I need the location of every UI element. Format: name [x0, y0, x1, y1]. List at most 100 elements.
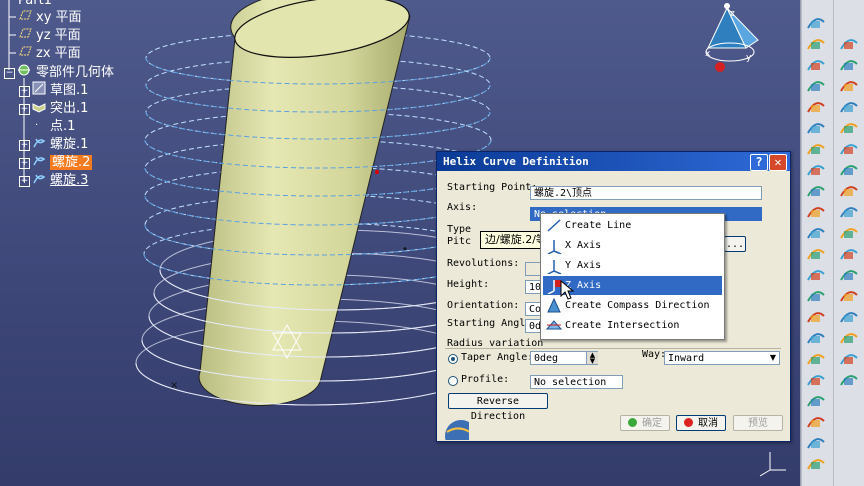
tree-item-point-1[interactable]: · 点.1	[32, 117, 75, 134]
curve-tool-icon[interactable]	[805, 75, 827, 95]
split-tool-icon[interactable]	[805, 222, 827, 242]
compass-y-label: y	[746, 53, 752, 63]
profile-field[interactable]: No selection	[530, 375, 623, 389]
helix-icon	[32, 153, 46, 172]
cylinder-body[interactable]	[198, 0, 411, 406]
plane-tool-icon[interactable]	[805, 117, 827, 137]
tree-item-pad-1[interactable]: 突出.1	[32, 99, 88, 116]
fill-tool-icon[interactable]	[838, 222, 860, 242]
chevron-down-icon[interactable]: ▼	[767, 352, 779, 364]
pattern-tool-icon[interactable]	[805, 453, 827, 473]
sphere-tool-icon[interactable]	[805, 180, 827, 200]
profile-radio[interactable]	[448, 376, 458, 386]
tree-item-sketch-1[interactable]: 草图.1	[32, 81, 88, 98]
revolutions-label: Revolutions:	[447, 258, 520, 269]
trim-tool-icon[interactable]	[805, 243, 827, 263]
tree-item-helix-1[interactable]: 螺旋.1	[32, 135, 88, 152]
way-select[interactable]: Inward	[664, 351, 780, 365]
tree-item-zx-plane[interactable]: zx 平面	[18, 45, 81, 62]
compass-z-label: z	[730, 9, 735, 19]
mirror-tool-icon[interactable]	[805, 411, 827, 431]
line-tool-icon[interactable]	[805, 96, 827, 116]
revolve-tool-icon[interactable]	[838, 180, 860, 200]
helix-tool-icon[interactable]	[838, 33, 860, 53]
way-label: Way:	[642, 349, 667, 360]
axis-context-menu: Create Line X Axis Y Axis Z Axis Create …	[540, 213, 725, 340]
profile-label: Profile:	[461, 374, 510, 385]
dialog-titlebar[interactable]: Helix Curve Definition ? ✕	[437, 152, 790, 171]
expand-toggle[interactable]: +	[19, 86, 30, 97]
circle-tool-icon[interactable]	[805, 348, 827, 368]
y-axis-icon	[547, 260, 562, 274]
project-tool-icon[interactable]	[805, 390, 827, 410]
expand-toggle[interactable]: +	[19, 176, 30, 187]
offset-tool-icon[interactable]	[805, 285, 827, 305]
intersection-icon	[545, 320, 563, 330]
blend-tool-icon[interactable]	[838, 327, 860, 347]
reverse-direction-button[interactable]: Reverse Direction	[448, 393, 548, 422]
globe-icon	[445, 420, 469, 440]
taper-angle-spinner[interactable]: ▲ ▼	[586, 352, 598, 365]
cancel-button[interactable]: 取消	[676, 415, 726, 431]
helix-icon	[32, 135, 46, 154]
taper-angle-radio[interactable]	[448, 354, 458, 364]
mouse-cursor-icon	[560, 280, 574, 300]
tree-item-helix-3[interactable]: 螺旋.3	[32, 171, 88, 188]
expand-toggle[interactable]: −	[4, 68, 15, 79]
tree-root[interactable]: Part1	[18, 0, 52, 9]
type-label: Type	[447, 224, 472, 235]
helix-tool-icon[interactable]	[805, 12, 827, 32]
trim-tool-icon[interactable]	[838, 264, 860, 284]
menu-item-y-axis[interactable]: Y Axis	[543, 256, 722, 275]
extrude-tool-icon[interactable]	[838, 159, 860, 179]
spine-tool-icon[interactable]	[838, 75, 860, 95]
axis-triad-icon	[759, 452, 786, 477]
svg-text:·: ·	[35, 120, 38, 131]
circle-tool-icon[interactable]	[838, 369, 860, 389]
start-point-marker[interactable]	[375, 170, 379, 174]
tree-item-yz-plane[interactable]: yz 平面	[18, 27, 81, 44]
preview-button[interactable]: 预览	[733, 415, 783, 431]
tree-item-helix-2[interactable]: 螺旋.2	[32, 153, 93, 172]
expand-toggle[interactable]: +	[19, 140, 30, 151]
pad-icon	[32, 99, 46, 118]
plane-icon	[18, 27, 32, 44]
sweep-tool-icon[interactable]	[838, 54, 860, 74]
close-button[interactable]: ✕	[769, 154, 787, 171]
axis-tool-icon[interactable]	[805, 432, 827, 452]
compass-base-dot	[715, 62, 725, 72]
spline-tool-icon[interactable]	[805, 369, 827, 389]
join-tool-icon[interactable]	[805, 264, 827, 284]
blend-tool-icon[interactable]	[805, 306, 827, 326]
fill-tool-icon[interactable]	[805, 201, 827, 221]
menu-item-create-line[interactable]: Create Line	[543, 216, 722, 235]
point-tool-icon[interactable]	[805, 327, 827, 347]
expand-toggle[interactable]: +	[19, 158, 30, 169]
spine-tool-icon[interactable]	[805, 54, 827, 74]
help-button[interactable]: ?	[750, 154, 768, 171]
sweep-tool-icon[interactable]	[805, 33, 827, 53]
tree-item-xy-plane[interactable]: xy 平面	[18, 9, 82, 26]
radius-variation-divider	[445, 348, 781, 349]
revolve-tool-icon[interactable]	[805, 159, 827, 179]
plane-tool-icon[interactable]	[838, 138, 860, 158]
more-button[interactable]: ...	[724, 236, 746, 252]
extrude-tool-icon[interactable]	[805, 138, 827, 158]
svg-text:×: ×	[170, 380, 178, 391]
line-tool-icon[interactable]	[838, 117, 860, 137]
compass-icon[interactable]: x y z	[700, 0, 770, 80]
join-tool-icon[interactable]	[838, 285, 860, 305]
sphere-tool-icon[interactable]	[838, 201, 860, 221]
point-tool-icon[interactable]	[838, 348, 860, 368]
starting-point-field[interactable]: 螺旋.2\顶点	[530, 186, 762, 200]
x-axis-icon	[547, 240, 562, 254]
starting-point-label: Starting Point:	[447, 182, 538, 193]
offset-tool-icon[interactable]	[838, 306, 860, 326]
ok-button[interactable]: 确定	[620, 415, 670, 431]
tree-item-part-body[interactable]: 零部件几何体	[16, 63, 114, 80]
menu-item-x-axis[interactable]: X Axis	[543, 236, 722, 255]
menu-item-create-intersection[interactable]: Create Intersection	[543, 316, 722, 335]
split-tool-icon[interactable]	[838, 243, 860, 263]
expand-toggle[interactable]: +	[19, 104, 30, 115]
curve-tool-icon[interactable]	[838, 96, 860, 116]
